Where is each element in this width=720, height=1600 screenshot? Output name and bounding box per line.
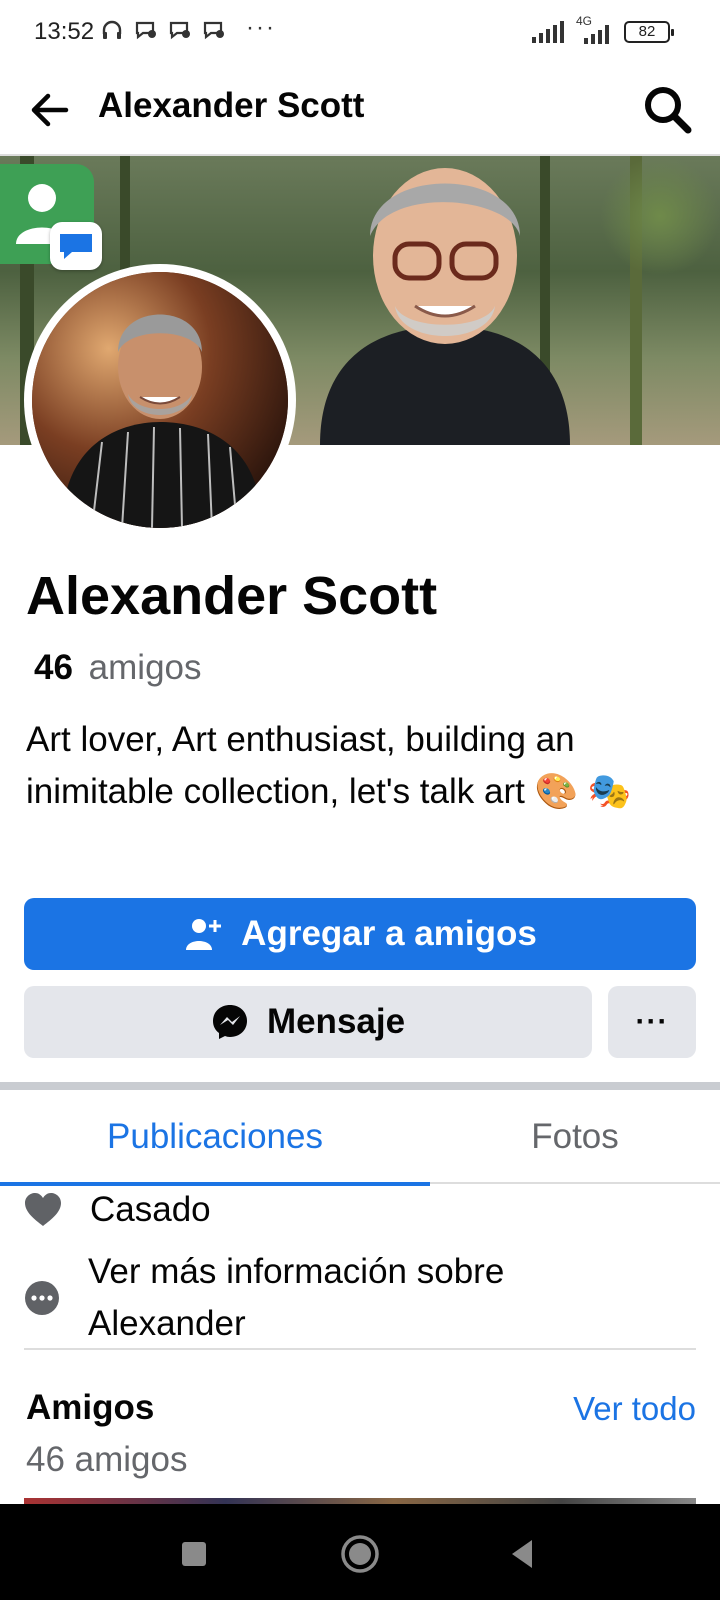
home-nav-icon[interactable]	[338, 1532, 382, 1576]
heart-icon	[25, 1193, 61, 1226]
more-dots-icon: ···	[635, 1005, 669, 1038]
search-icon[interactable]	[638, 80, 698, 140]
signal-4g-icon: 4G	[574, 14, 614, 44]
add-friend-label: Agregar a amigos	[241, 914, 537, 953]
friends-count-line[interactable]: 46 amigos	[34, 648, 202, 688]
status-system-icons: 4G 82	[532, 14, 674, 44]
add-friend-icon	[186, 919, 222, 950]
chat-notification-icon	[203, 21, 224, 40]
relationship-detail: Casado	[24, 1190, 211, 1230]
more-info-row[interactable]: Ver más información sobre Alexander	[24, 1246, 608, 1350]
message-label: Mensaje	[266, 1002, 406, 1041]
chat-notification-icon	[169, 21, 190, 40]
friends-label: amigos	[88, 648, 202, 687]
avatar-image	[32, 272, 288, 528]
section-divider	[0, 1082, 720, 1090]
status-notification-icons	[100, 18, 226, 42]
profile-name: Alexander Scott	[26, 566, 438, 626]
status-time: 13:52	[34, 18, 95, 45]
page-title: Alexander Scott	[98, 86, 365, 125]
signal-icon	[532, 21, 564, 43]
status-bar: 13:52 ··· 4G 82	[0, 0, 720, 66]
friends-count: 46	[34, 648, 73, 687]
profile-avatar[interactable]	[24, 264, 296, 536]
relationship-text: Casado	[90, 1190, 211, 1229]
tab-posts[interactable]: Publicaciones	[0, 1090, 430, 1186]
more-info-link[interactable]: Ver más información sobre Alexander	[88, 1246, 608, 1350]
cover-person-image	[320, 168, 570, 445]
square-nav-icon[interactable]	[172, 1532, 216, 1576]
status-overflow: ···	[246, 14, 276, 41]
chat-notification-icon	[135, 21, 156, 40]
message-badge-icon	[50, 222, 102, 270]
more-dots-icon	[25, 1281, 59, 1315]
back-nav-icon[interactable]	[500, 1532, 544, 1576]
profile-tabs: Publicaciones Fotos	[0, 1090, 720, 1186]
messenger-icon	[212, 1005, 247, 1039]
friends-heading: Amigos	[26, 1388, 155, 1427]
top-app-bar: Alexander Scott	[0, 66, 720, 156]
battery-indicator: 82	[624, 21, 674, 43]
message-button[interactable]: Mensaje	[24, 986, 592, 1058]
back-arrow-icon[interactable]	[22, 82, 78, 138]
system-navigation-bar	[0, 1504, 720, 1600]
profile-bio: Art lover, Art enthusiast, building an i…	[26, 720, 632, 811]
add-friend-button[interactable]: Agregar a amigos	[24, 898, 696, 970]
friends-section-count: 46 amigos	[26, 1440, 188, 1479]
details-divider	[24, 1348, 696, 1350]
tab-photos[interactable]: Fotos	[430, 1090, 720, 1184]
see-all-friends-link[interactable]: Ver todo	[573, 1390, 696, 1428]
more-options-button[interactable]: ···	[608, 986, 696, 1058]
headphones-icon	[102, 20, 122, 39]
